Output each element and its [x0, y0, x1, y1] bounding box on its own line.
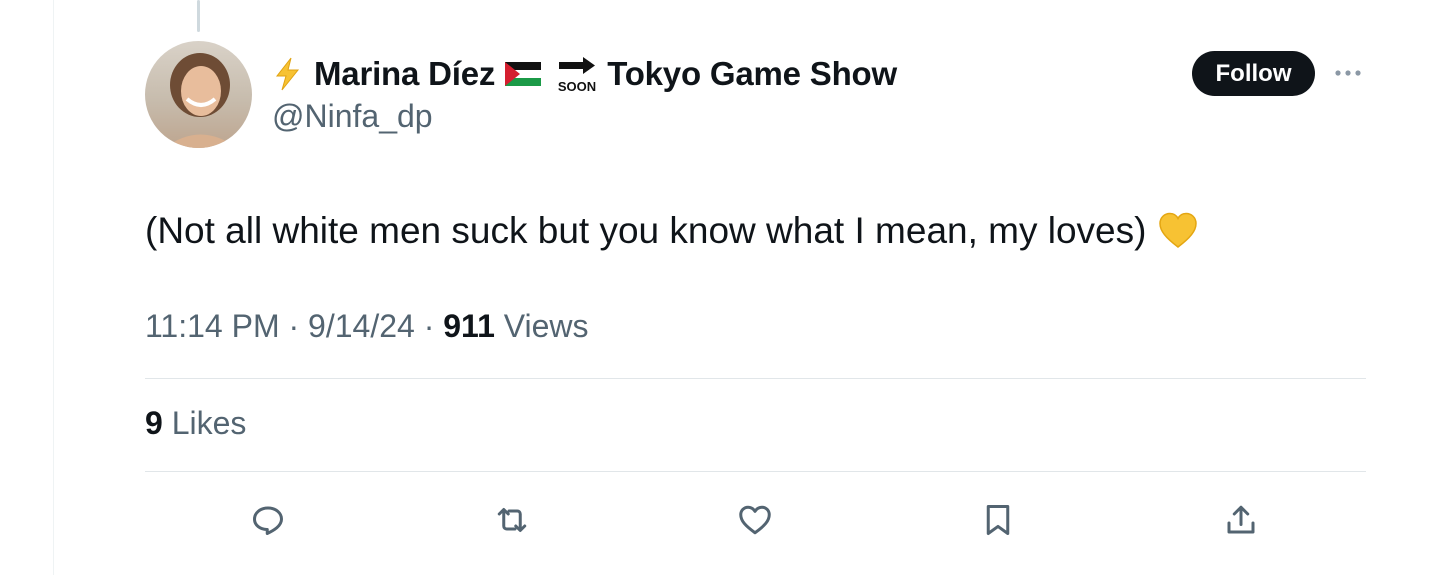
timestamp-time[interactable]: 11:14 PM	[145, 308, 280, 344]
thread-connector-line	[197, 0, 200, 32]
author-name-row[interactable]: Marina Díez SOON Tokyo Game Show	[272, 52, 897, 96]
timestamp-date[interactable]: 9/14/24	[308, 308, 415, 344]
likes-stat[interactable]: 9 Likes	[145, 405, 246, 442]
share-button[interactable]	[1221, 500, 1261, 540]
like-icon	[739, 505, 771, 535]
bookmark-button[interactable]	[978, 500, 1018, 540]
like-button[interactable]	[735, 500, 775, 540]
lightning-bolt-icon	[275, 57, 300, 91]
event-name: Tokyo Game Show	[607, 55, 897, 92]
soon-arrow-icon: SOON	[558, 57, 596, 94]
retweet-icon	[497, 508, 527, 532]
soon-label: SOON	[558, 79, 596, 94]
divider	[145, 378, 1366, 379]
likes-label: Likes	[162, 405, 247, 441]
tweet-text: (Not all white men suck but you know wha…	[145, 206, 1198, 256]
meta-separator: ·	[414, 308, 444, 344]
follow-button[interactable]: Follow	[1192, 51, 1315, 96]
avatar[interactable]	[145, 41, 252, 148]
views-label: Views	[494, 308, 589, 344]
share-icon	[1227, 505, 1255, 534]
tweet-body: (Not all white men suck but you know wha…	[145, 210, 1147, 251]
meta-separator: ·	[279, 308, 309, 344]
more-options-icon[interactable]	[1334, 66, 1362, 80]
yellow-heart-icon	[1159, 212, 1198, 248]
retweet-button[interactable]	[492, 500, 532, 540]
tweet-meta: 11:14 PM · 9/14/24 · 911 Views	[145, 308, 589, 345]
timeline-left-border	[53, 0, 54, 575]
bookmark-icon	[986, 505, 1010, 535]
likes-count: 9	[145, 405, 163, 441]
author-display-name: Marina Díez	[314, 55, 496, 92]
reply-icon	[253, 506, 283, 535]
palestine-flag-icon	[505, 62, 542, 86]
avatar-photo	[165, 53, 237, 148]
views-count: 911	[443, 308, 495, 344]
divider	[145, 471, 1366, 472]
reply-button[interactable]	[248, 500, 288, 540]
author-handle[interactable]: @Ninfa_dp	[272, 98, 433, 135]
